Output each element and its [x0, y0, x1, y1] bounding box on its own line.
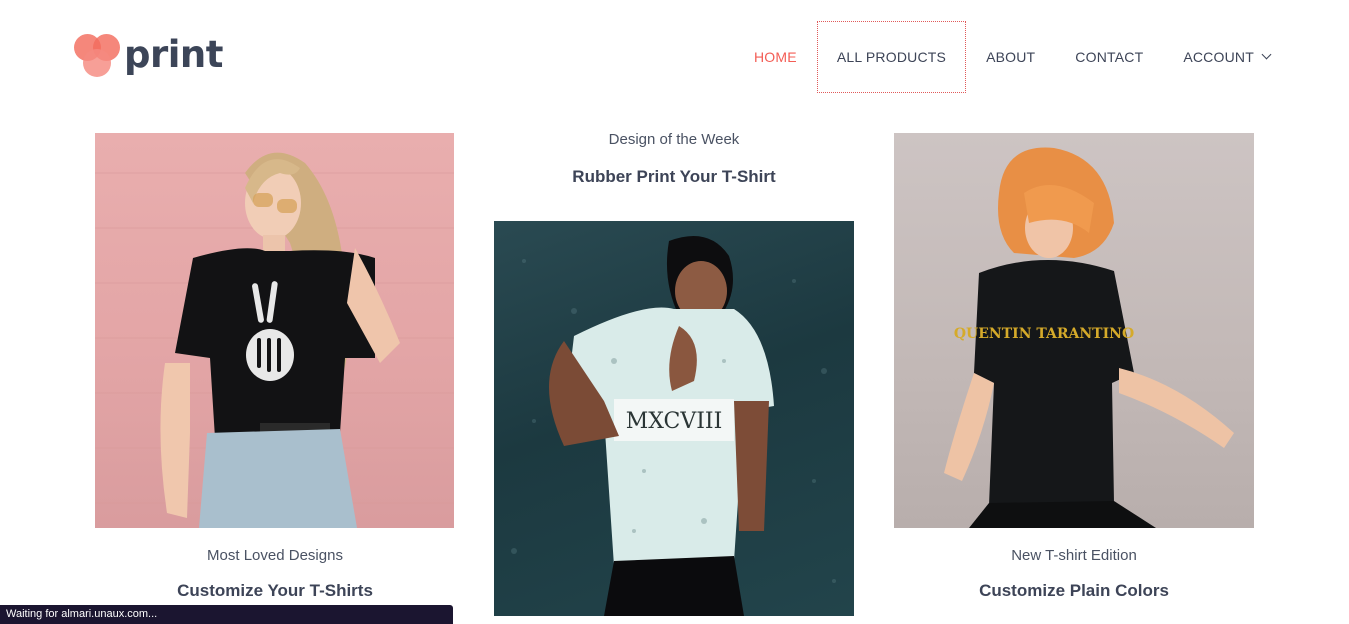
- card-subtitle: Design of the Week: [608, 131, 740, 148]
- nav-account[interactable]: ACCOUNT: [1163, 21, 1290, 93]
- nav-about[interactable]: ABOUT: [966, 21, 1055, 93]
- card-center-title[interactable]: Rubber Print Your T-Shirt: [494, 167, 854, 187]
- browser-status-bar: Waiting for almari.unaux.com...: [0, 605, 453, 624]
- nav-home-label: HOME: [754, 49, 797, 65]
- nav-account-label: ACCOUNT: [1183, 49, 1254, 65]
- nav-all-products[interactable]: ALL PRODUCTS: [816, 21, 967, 93]
- tshirt-print-text: MXCVIII: [626, 409, 723, 434]
- tshirt-print-text: QUENTIN TARANTINO: [954, 326, 1134, 342]
- chevron-down-icon: [1261, 49, 1272, 59]
- model-photo-woman-pink-wall: [95, 152, 454, 528]
- logo-text: print: [124, 32, 223, 76]
- card-title[interactable]: Rubber Print Your T-Shirt: [494, 167, 854, 187]
- logo[interactable]: print: [74, 34, 223, 78]
- card-subtitle: New T-shirt Edition: [1011, 547, 1137, 564]
- product-image-new-edition[interactable]: QUENTIN TARANTINO: [894, 133, 1254, 528]
- card-subtitle: Most Loved Designs: [207, 547, 343, 564]
- nav-home[interactable]: HOME: [734, 21, 817, 93]
- card-left-title[interactable]: Customize Your T-Shirts: [95, 581, 455, 601]
- card-title[interactable]: Customize Plain Colors: [894, 581, 1254, 601]
- nav-all-products-label: ALL PRODUCTS: [836, 49, 947, 65]
- nav-about-label: ABOUT: [986, 49, 1036, 65]
- model-photo-man-teal-wall: MXCVIII: [511, 236, 836, 616]
- product-image-most-loved[interactable]: [95, 133, 454, 528]
- logo-mark-icon: [74, 34, 122, 78]
- card-right-subtitle: New T-shirt Edition: [894, 547, 1254, 564]
- product-image-design-of-week[interactable]: MXCVIII: [494, 221, 854, 616]
- card-center-subtitle: Design of the Week: [494, 131, 854, 148]
- site-header: print HOME ALL PRODUCTS ABOUT CONTACT AC…: [0, 0, 1349, 115]
- model-photo-woman-orange-hair: QUENTIN TARANTINO: [944, 147, 1234, 528]
- card-left-subtitle: Most Loved Designs: [95, 547, 455, 564]
- card-title[interactable]: Customize Your T-Shirts: [95, 581, 455, 601]
- main-nav: HOME ALL PRODUCTS ABOUT CONTACT ACCOUNT: [734, 21, 1290, 93]
- nav-contact-label: CONTACT: [1075, 49, 1144, 65]
- card-right-title[interactable]: Customize Plain Colors: [894, 581, 1254, 601]
- nav-contact[interactable]: CONTACT: [1055, 21, 1163, 93]
